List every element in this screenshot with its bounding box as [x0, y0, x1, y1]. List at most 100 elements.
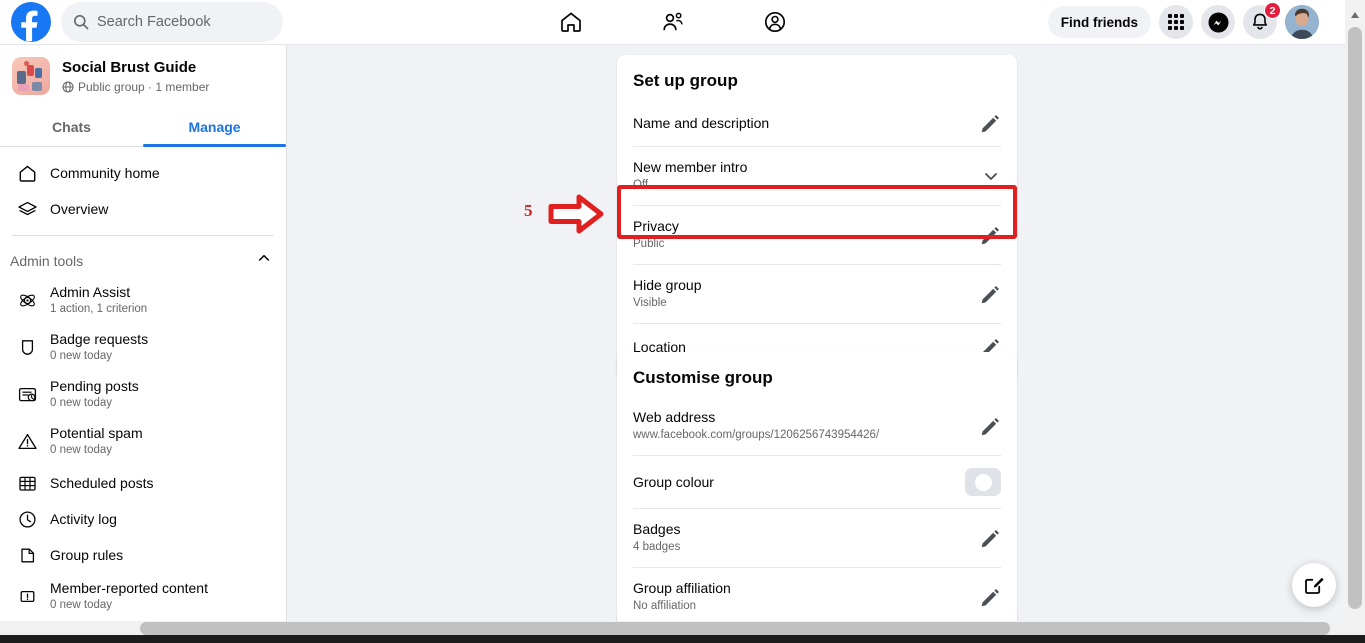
compose-edit-icon	[1305, 577, 1324, 594]
sidebar-item-community-home[interactable]: Community home	[8, 155, 278, 191]
vertical-scrollbar[interactable]	[1345, 0, 1365, 621]
sidebar-tabs: Chats Manage	[0, 107, 286, 147]
card-customise-group: Customise group Web address www.facebook…	[617, 352, 1017, 621]
right-arrow-annotation	[548, 193, 606, 240]
value-badges: 4 badges	[633, 541, 681, 553]
sidebar-item-badge-requests[interactable]: Badge requests 0 new today	[8, 324, 278, 371]
tab-chats[interactable]: Chats	[0, 107, 143, 146]
group-colour-swatch[interactable]	[965, 468, 1001, 496]
search-input[interactable]: Search Facebook	[61, 2, 283, 42]
label-group-colour: Group colour	[633, 473, 714, 490]
sidebar-label-admin-assist: Admin Assist	[50, 284, 131, 300]
label-badges: Badges	[633, 521, 681, 537]
notifications-bell-icon[interactable]: 2	[1243, 2, 1281, 39]
sidebar-label-badge-requests: Badge requests	[50, 331, 149, 347]
group-name: Social Brust Guide	[62, 59, 197, 76]
group-header[interactable]: Social Brust Guide Public group · 1 memb…	[0, 45, 286, 103]
scrollbar-corner	[1345, 621, 1365, 636]
row-new-member-intro[interactable]: New member intro Off	[633, 146, 1001, 205]
sidebar-sub-member-reported-content: 0 new today	[50, 599, 113, 611]
badge-icon	[16, 337, 38, 359]
chevron-down-icon-new-member-intro[interactable]	[981, 166, 1001, 186]
sidebar-label-member-reported-content: Member-reported content	[50, 580, 208, 596]
admin-assist-icon	[16, 290, 38, 312]
value-web-address: www.facebook.com/groups/1206256743954426…	[633, 429, 880, 441]
pending-posts-icon	[16, 384, 38, 406]
pencil-icon-group-affiliation[interactable]	[979, 586, 1001, 608]
facebook-logo-icon[interactable]	[11, 2, 51, 42]
globe-icon	[62, 81, 74, 93]
center-navigation	[549, 0, 797, 45]
admin-tools-label: Admin tools	[10, 252, 84, 269]
left-sidebar: Social Brust Guide Public group · 1 memb…	[0, 45, 287, 621]
sidebar-nav-top: Community home Overview	[0, 147, 286, 227]
pencil-icon-privacy[interactable]	[979, 224, 1001, 246]
colour-dot	[974, 473, 992, 491]
row-group-colour[interactable]: Group colour	[633, 455, 1001, 508]
compose-fab-button[interactable]	[1292, 563, 1336, 607]
value-privacy: Public	[633, 238, 665, 250]
facebook-group-manage-page: Search Facebook Find friends 2 Social Br…	[0, 0, 1365, 643]
os-taskbar	[0, 635, 1365, 643]
pencil-icon-web-address[interactable]	[979, 415, 1001, 437]
sidebar-item-pending-posts[interactable]: Pending posts 0 new today	[8, 371, 278, 418]
sidebar-item-group-rules[interactable]: Group rules	[8, 537, 278, 573]
card-participation: Participation	[617, 610, 1017, 621]
label-group-affiliation: Group affiliation	[633, 580, 731, 596]
sidebar-label-activity-log: Activity log	[50, 510, 117, 527]
calendar-icon	[16, 472, 38, 494]
top-navigation-bar: Search Facebook Find friends 2	[0, 0, 1345, 45]
sidebar-sub-potential-spam: 0 new today	[50, 444, 113, 456]
horizontal-scrollbar-thumb[interactable]	[140, 622, 1330, 635]
grid-dots	[1168, 14, 1184, 30]
search-placeholder: Search Facebook	[97, 14, 211, 30]
pencil-icon-badges[interactable]	[979, 527, 1001, 549]
messenger-icon[interactable]	[1201, 5, 1235, 39]
sidebar-label-pending-posts: Pending posts	[50, 378, 139, 394]
sidebar-divider	[12, 235, 274, 236]
sidebar-sub-badge-requests: 0 new today	[50, 350, 113, 362]
sidebar-sub-admin-assist: 1 action, 1 criterion	[50, 303, 148, 315]
sidebar-label-potential-spam: Potential spam	[50, 425, 143, 441]
row-privacy[interactable]: Privacy Public	[633, 205, 1001, 264]
friends-icon[interactable]	[651, 2, 695, 42]
sidebar-item-activity-log[interactable]: Activity log	[8, 501, 278, 537]
main-content-area: Set up group Name and description New me…	[287, 45, 1345, 621]
annotation-step-number: 5	[524, 201, 533, 220]
grid-menu-icon[interactable]	[1159, 5, 1193, 39]
card-title-customise-group: Customise group	[633, 368, 773, 387]
group-meta-text: Public group · 1 member	[78, 80, 210, 94]
row-hide-group[interactable]: Hide group Visible	[633, 264, 1001, 323]
row-badges[interactable]: Badges 4 badges	[633, 508, 1001, 567]
sidebar-item-potential-spam[interactable]: Potential spam 0 new today	[8, 418, 278, 465]
admin-tools-section-header[interactable]: Admin tools	[0, 244, 286, 277]
group-thumbnail	[12, 57, 50, 95]
scroll-up-arrow-icon[interactable]	[1350, 6, 1360, 24]
label-new-member-intro: New member intro	[633, 159, 748, 175]
pencil-icon-hide-group[interactable]	[979, 283, 1001, 305]
sidebar-nav-admin: Admin Assist 1 action, 1 criterion Badge…	[0, 277, 286, 620]
row-web-address[interactable]: Web address www.facebook.com/groups/1206…	[633, 397, 1001, 455]
groups-icon[interactable]	[753, 2, 797, 42]
layers-icon	[16, 198, 38, 220]
find-friends-button[interactable]: Find friends	[1047, 6, 1151, 38]
sidebar-item-scheduled-posts[interactable]: Scheduled posts	[8, 465, 278, 501]
value-new-member-intro: Off	[633, 179, 649, 191]
profile-avatar[interactable]	[1285, 5, 1319, 39]
vertical-scrollbar-thumb[interactable]	[1348, 27, 1362, 609]
right-navigation: Find friends 2	[1047, 2, 1319, 39]
sidebar-item-overview[interactable]: Overview	[8, 191, 278, 227]
warning-icon	[16, 431, 38, 453]
tab-manage[interactable]: Manage	[143, 107, 286, 147]
search-icon	[74, 15, 89, 30]
sidebar-item-member-reported-content[interactable]: Member-reported content 0 new today	[8, 573, 278, 620]
sidebar-label-overview: Overview	[50, 200, 109, 217]
label-web-address: Web address	[633, 409, 716, 425]
home-icon[interactable]	[549, 2, 593, 42]
report-icon	[16, 586, 38, 608]
sidebar-item-admin-assist[interactable]: Admin Assist 1 action, 1 criterion	[8, 277, 278, 324]
horizontal-scrollbar[interactable]	[0, 621, 1345, 636]
chevron-up-icon[interactable]	[256, 250, 272, 271]
pencil-icon-name-and-description[interactable]	[979, 112, 1001, 134]
row-name-and-description[interactable]: Name and description	[633, 100, 1001, 146]
